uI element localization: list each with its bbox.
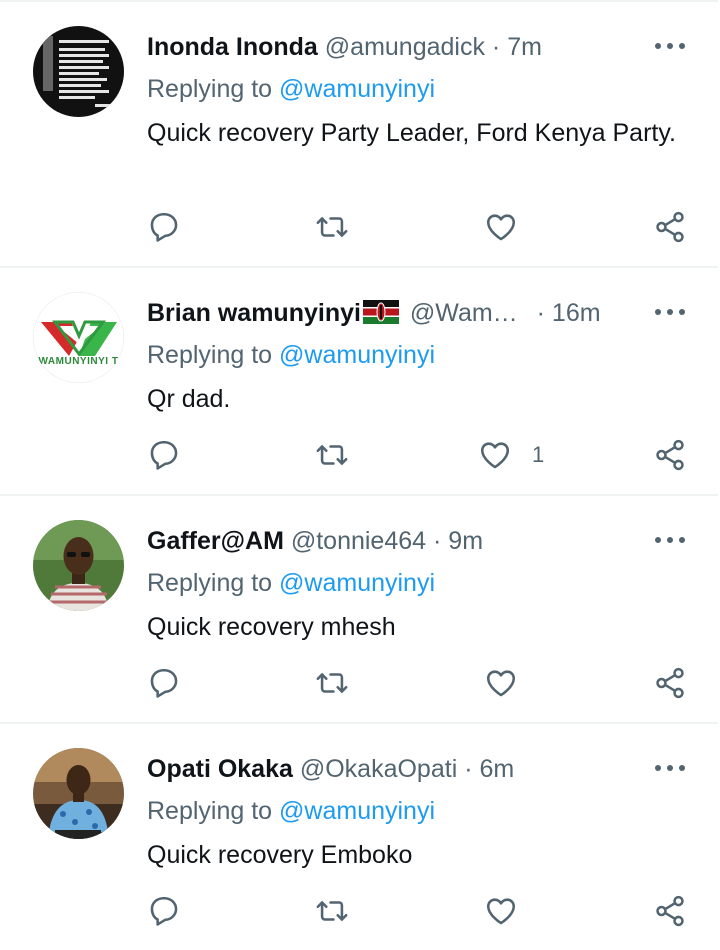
user-handle[interactable]: @tonnie464 [291, 527, 426, 555]
share-icon[interactable] [653, 438, 687, 472]
more-icon[interactable] [653, 530, 687, 550]
tweet[interactable]: Inonda Inonda @amungadick · 7m Replying … [0, 2, 720, 243]
user-handle[interactable]: @Wam… [410, 299, 518, 327]
replying-to: Replying to @wamunyinyi [147, 568, 435, 598]
replying-to-label: Replying to [147, 569, 280, 597]
separator-dot: · [433, 527, 442, 555]
like-icon[interactable] [484, 894, 518, 928]
share-icon[interactable] [653, 894, 687, 928]
display-name[interactable]: Opati Okaka [147, 755, 293, 783]
retweet-icon[interactable] [315, 438, 349, 472]
like-icon[interactable] [484, 666, 518, 700]
share-icon[interactable] [653, 666, 687, 700]
reply-icon[interactable] [147, 438, 181, 472]
tweet-text: Quick recovery Emboko [147, 841, 413, 869]
reply-icon[interactable] [147, 666, 181, 700]
user-handle[interactable]: @amungadick [325, 33, 485, 61]
tweet[interactable]: Opati Okaka @OkakaOpati · 6m Replying to… [0, 724, 720, 950]
tweet-text: Quick recovery mhesh [147, 613, 396, 641]
display-name[interactable]: Gaffer@AM [147, 527, 284, 555]
more-icon[interactable] [653, 302, 687, 322]
retweet-icon[interactable] [315, 666, 349, 700]
reply-icon[interactable] [147, 210, 181, 244]
mention-link[interactable]: @wamunyinyi [279, 569, 435, 597]
kenya-flag-icon [362, 300, 399, 331]
tweet[interactable]: Gaffer@AM @tonnie464 · 9m Replying to @w… [0, 496, 720, 722]
timestamp[interactable]: 7m [507, 33, 542, 61]
replying-to: Replying to @wamunyinyi [147, 796, 435, 826]
like-icon[interactable] [478, 438, 512, 472]
like-count: 1 [532, 442, 545, 467]
avatar-caption: WAMUNYINYI T [38, 356, 119, 367]
retweet-icon[interactable] [315, 894, 349, 928]
tweet-text: Qr dad. [147, 385, 231, 413]
replying-to-label: Replying to [147, 797, 280, 825]
avatar[interactable] [33, 520, 124, 611]
replying-to: Replying to @wamunyinyi [147, 74, 435, 104]
tweet[interactable]: WAMUNYINYI T Brian wamunyinyi @Wam… · 16… [0, 268, 720, 494]
mention-link[interactable]: @wamunyinyi [279, 75, 435, 103]
avatar[interactable] [33, 748, 124, 839]
user-handle[interactable]: @OkakaOpati [300, 755, 457, 783]
avatar[interactable] [33, 26, 124, 117]
more-icon[interactable] [653, 758, 687, 778]
retweet-icon[interactable] [315, 210, 349, 244]
mention-link[interactable]: @wamunyinyi [279, 797, 435, 825]
reply-icon[interactable] [147, 894, 181, 928]
tweet-header: Gaffer@AM @tonnie464 · 9m [147, 526, 483, 556]
replying-to-label: Replying to [147, 75, 280, 103]
timestamp[interactable]: 6m [479, 755, 514, 783]
separator-dot: · [491, 33, 501, 61]
separator-dot: · [464, 755, 473, 783]
tweet-text: Quick recovery Party Leader, Ford Kenya … [147, 119, 676, 147]
mention-link[interactable]: @wamunyinyi [279, 341, 435, 369]
share-icon[interactable] [653, 210, 687, 244]
tweet-header: Brian wamunyinyi @Wam… · 16m [147, 298, 601, 328]
timestamp[interactable]: 9m [448, 527, 483, 555]
separator-dot: · [536, 299, 545, 327]
like-icon[interactable] [484, 210, 518, 244]
avatar[interactable]: WAMUNYINYI T [33, 292, 124, 383]
tweet-header: Opati Okaka @OkakaOpati · 6m [147, 754, 514, 784]
tweet-header: Inonda Inonda @amungadick · 7m [147, 32, 542, 62]
display-name[interactable]: Inonda Inonda [147, 33, 318, 61]
display-name[interactable]: Brian wamunyinyi [147, 299, 361, 327]
timestamp[interactable]: 16m [552, 299, 601, 327]
replying-to-label: Replying to [147, 341, 280, 369]
replying-to: Replying to @wamunyinyi [147, 340, 435, 370]
more-icon[interactable] [653, 36, 687, 56]
